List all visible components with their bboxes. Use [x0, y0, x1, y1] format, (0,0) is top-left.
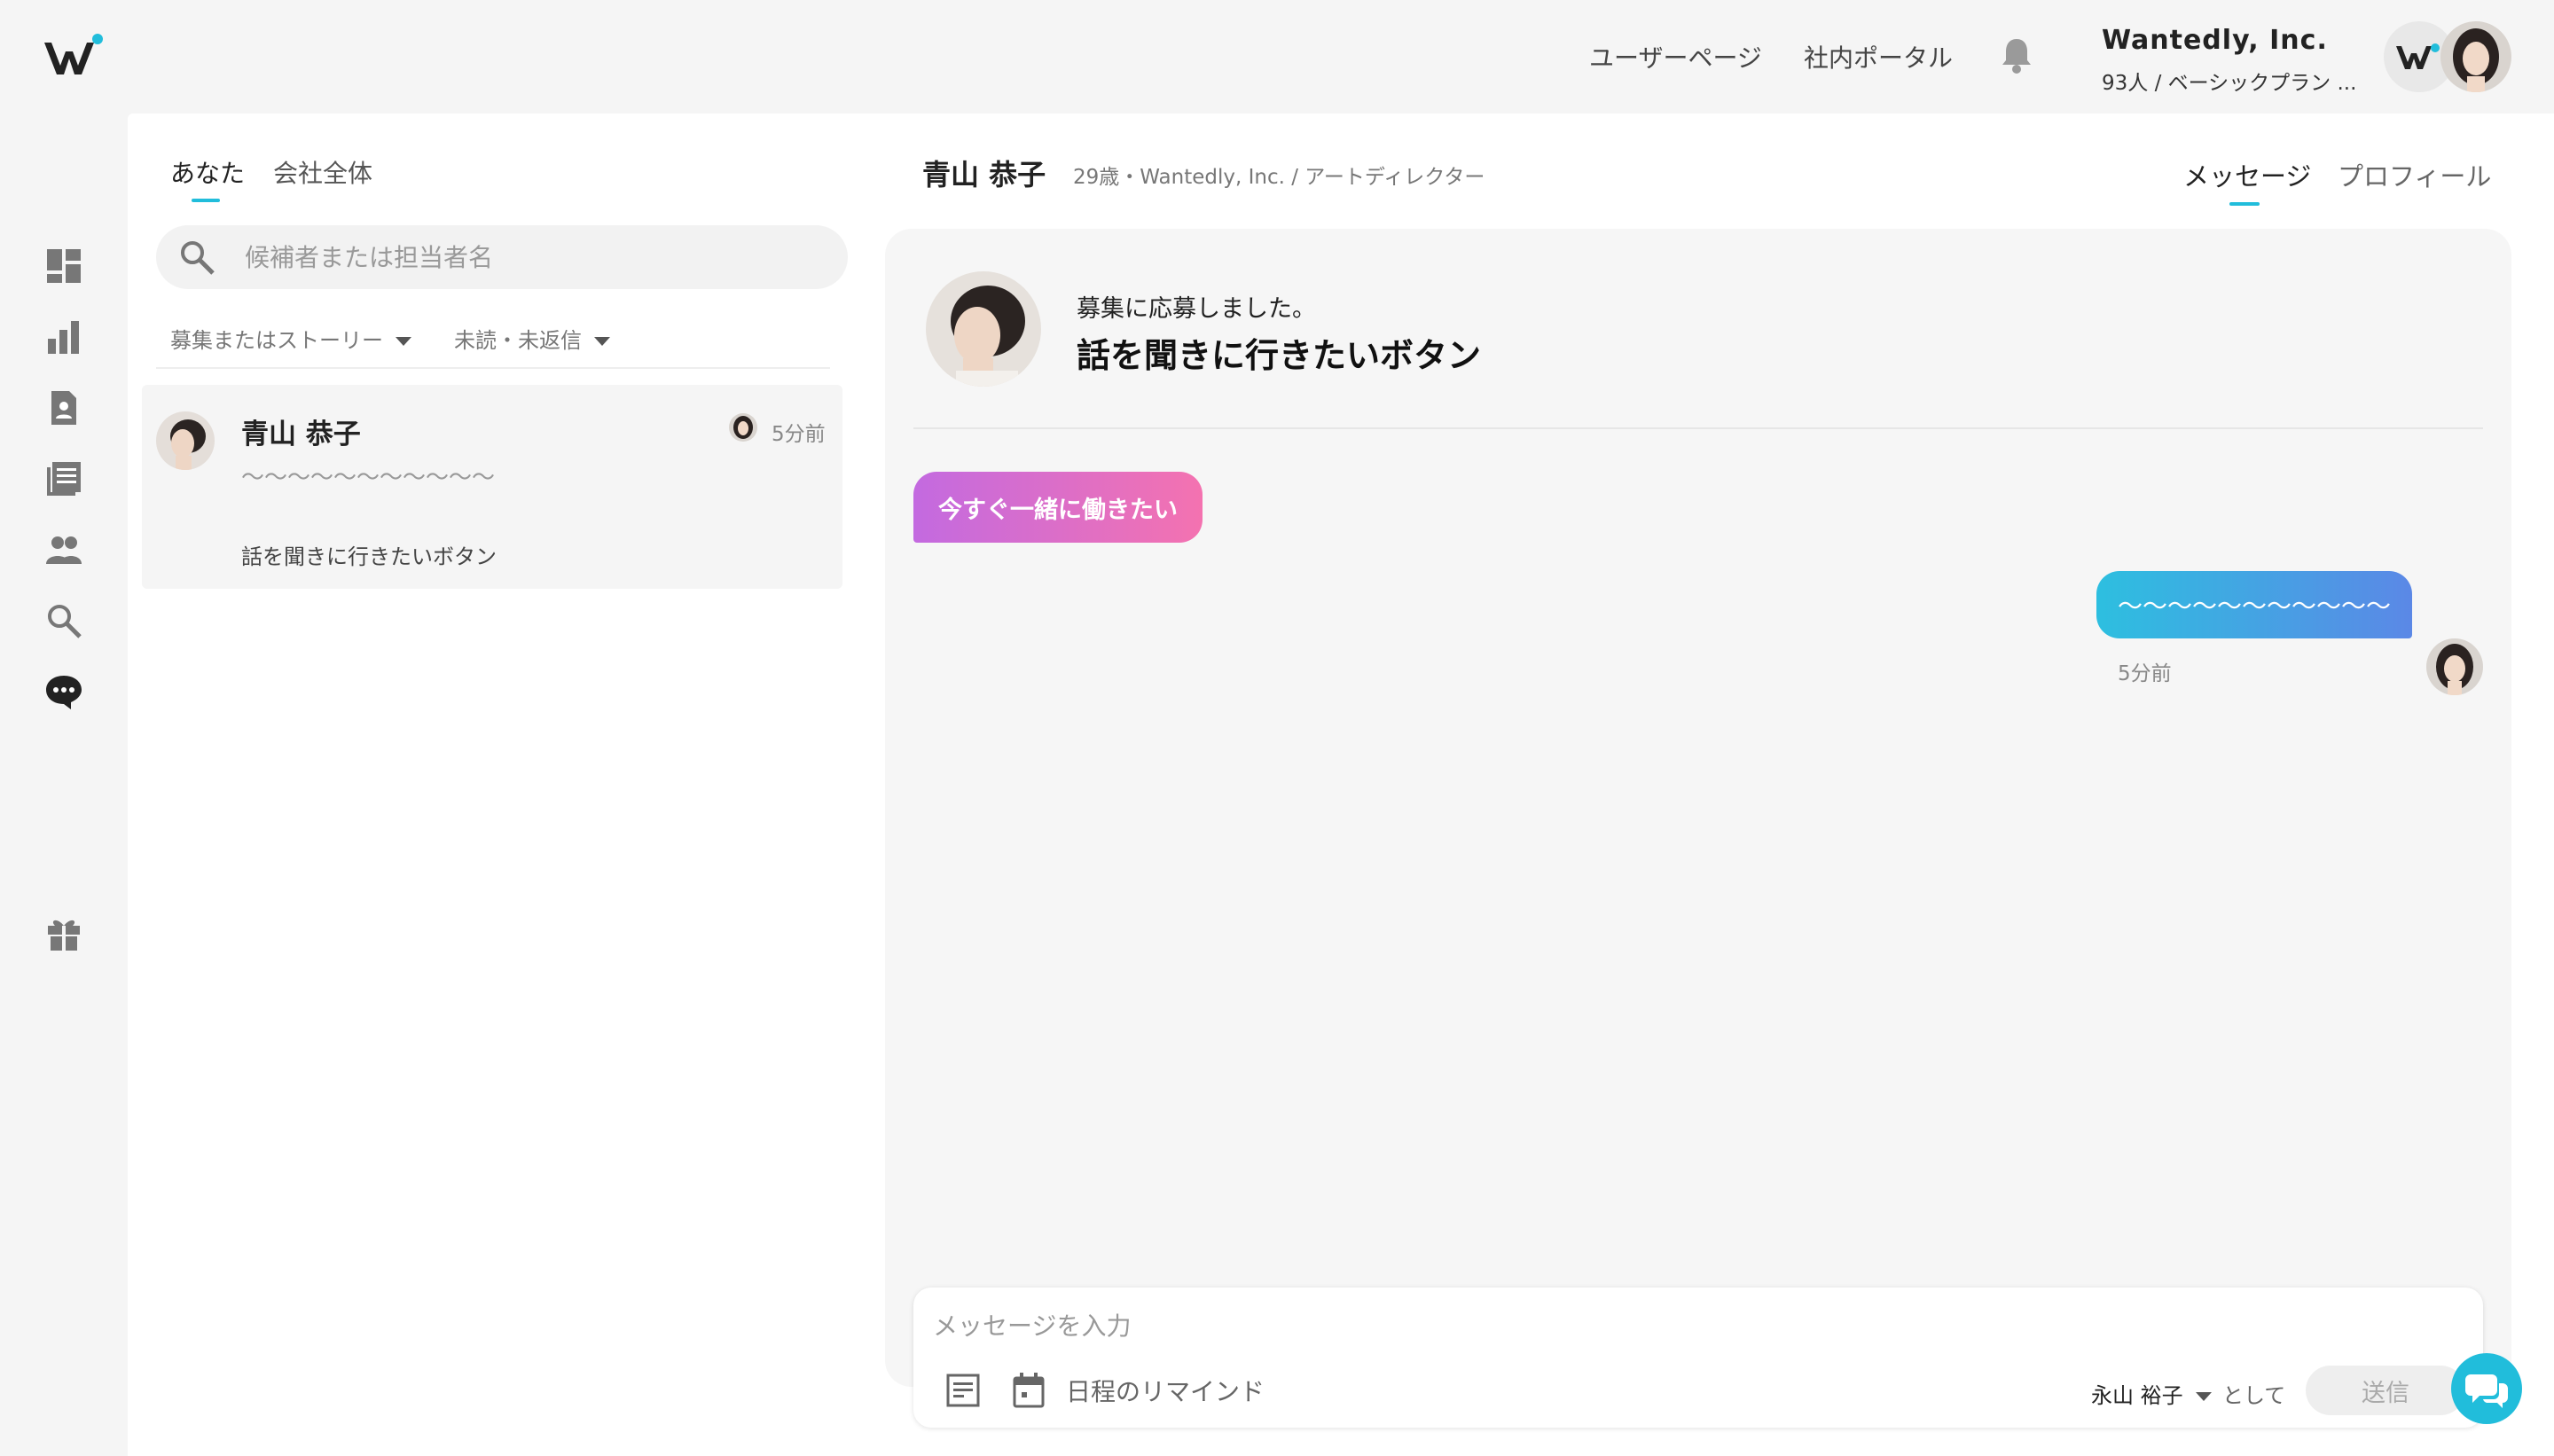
application-subtitle: 募集に応募しました。 — [1077, 295, 1316, 323]
calendar-icon[interactable] — [1011, 1371, 1046, 1410]
sender-avatar-image — [2426, 638, 2483, 695]
interest-badge: 今すぐ一緒に働きたい — [913, 472, 1203, 543]
candidate-name[interactable]: 青山 恭子 — [922, 153, 1046, 193]
stories-icon[interactable] — [44, 459, 83, 498]
applicant-avatar[interactable] — [926, 271, 1041, 387]
search-icon[interactable] — [44, 601, 83, 640]
message-bubble: 〜〜〜〜〜〜〜〜〜〜〜 — [2096, 571, 2412, 638]
bell-icon[interactable] — [1999, 35, 2034, 74]
company-name[interactable]: Wantedly, Inc. — [2102, 25, 2328, 56]
active-tab-indicator — [192, 199, 220, 202]
candidate-avatar — [156, 411, 215, 470]
candidate-avatar-image — [156, 411, 215, 470]
tab-you[interactable]: あなた — [170, 154, 245, 190]
as-label: として — [2222, 1383, 2286, 1408]
assignee-avatar — [729, 413, 757, 442]
filter-project-label: 募集またはストーリー — [170, 328, 383, 353]
support-chat-button[interactable] — [2451, 1353, 2522, 1424]
candidate-meta: 29歳・Wantedly, Inc. / アートディレクター — [1073, 166, 1485, 189]
dashboard-icon[interactable] — [44, 247, 83, 286]
top-header: ユーザーページ 社内ポータル Wantedly, Inc. 93人 / ベーシッ… — [0, 0, 2554, 114]
message-thread[interactable] — [885, 229, 2511, 1387]
conversation-name: 青山 恭子 — [241, 419, 361, 450]
chat-bubbles-icon — [2465, 1374, 2508, 1408]
message-time: 5分前 — [2118, 662, 2172, 685]
list-divider — [156, 367, 830, 369]
conversation-time: 5分前 — [772, 423, 826, 446]
assignee-avatar-image — [729, 413, 757, 442]
template-icon[interactable] — [945, 1373, 981, 1408]
tab-message[interactable]: メッセージ — [2183, 156, 2311, 193]
filter-project-dropdown[interactable]: 募集またはストーリー — [170, 323, 411, 354]
candidate-search-box[interactable] — [156, 225, 848, 289]
applicant-avatar-image — [926, 271, 1041, 387]
conversation-project: 話を聞きに行きたいボタン — [241, 544, 497, 569]
sender-avatar — [2426, 638, 2483, 695]
sender-select[interactable]: 永山 裕子 — [2091, 1378, 2212, 1409]
messages-icon[interactable] — [44, 672, 83, 711]
caret-down-icon — [396, 337, 411, 346]
tab-profile[interactable]: プロフィール — [2338, 156, 2491, 193]
members-icon[interactable] — [44, 530, 83, 569]
active-tab-indicator — [2229, 202, 2260, 206]
caret-down-icon — [2195, 1392, 2212, 1401]
nav-user-page-link[interactable]: ユーザーページ — [1589, 39, 1762, 74]
thread-divider — [913, 427, 2483, 429]
caret-down-icon — [594, 337, 610, 346]
user-avatar[interactable] — [2440, 21, 2511, 92]
schedule-reminder-button[interactable]: 日程のリマインド — [1066, 1373, 1265, 1408]
filter-status-label: 未読・未返信 — [454, 328, 582, 353]
nav-company-portal-link[interactable]: 社内ポータル — [1804, 39, 1953, 74]
tab-whole-company[interactable]: 会社全体 — [273, 154, 372, 190]
user-avatar-image — [2440, 21, 2511, 92]
message-input[interactable] — [933, 1305, 2174, 1346]
filter-status-dropdown[interactable]: 未読・未返信 — [454, 323, 610, 354]
sender-name: 永山 裕子 — [2091, 1383, 2183, 1408]
message-composer: 日程のリマインド 永山 裕子 として 送信 — [913, 1288, 2483, 1428]
conversation-item[interactable]: 青山 恭子 5分前 〜〜〜〜〜〜〜〜〜〜〜 話を聞きに行きたいボタン — [142, 385, 842, 589]
application-title[interactable]: 話を聞きに行きたいボタン — [1077, 328, 1481, 377]
candidate-icon[interactable] — [44, 388, 83, 427]
wantedly-logo-icon[interactable] — [43, 34, 105, 80]
company-plan: 93人 / ベーシックプラン ... — [2102, 72, 2357, 95]
send-button[interactable]: 送信 — [2306, 1366, 2465, 1415]
search-input[interactable] — [245, 225, 812, 289]
conversation-preview: 〜〜〜〜〜〜〜〜〜〜〜 — [241, 465, 496, 491]
analytics-icon[interactable] — [44, 317, 83, 356]
search-icon — [181, 241, 215, 275]
gift-icon[interactable] — [44, 913, 83, 952]
